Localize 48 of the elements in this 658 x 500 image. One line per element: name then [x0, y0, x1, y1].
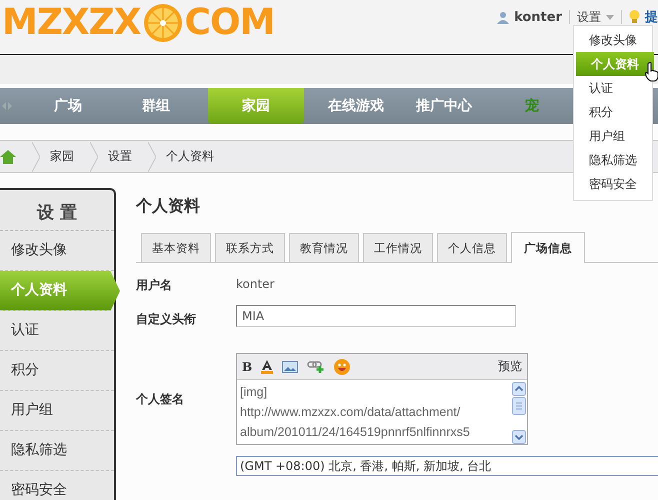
caret-icon[interactable]: [606, 14, 614, 20]
bold-button[interactable]: B: [242, 360, 252, 374]
sidebar-item[interactable]: 密码安全: [0, 471, 114, 500]
title-input-field[interactable]: MIA: [236, 305, 516, 327]
sidebar-title: 设 置: [0, 190, 114, 231]
username-value: konter: [236, 277, 274, 293]
menu-item[interactable]: 用户组: [574, 124, 652, 148]
field-label: 用户名: [136, 277, 173, 294]
breadcrumb-link[interactable]: 家园: [50, 148, 74, 165]
page-title: 个人资料: [136, 196, 201, 217]
menu-item[interactable]: 积分: [574, 100, 652, 124]
citrus-slice-icon: [142, 3, 183, 43]
settings-link[interactable]: 设置: [577, 8, 601, 26]
menu-item[interactable]: 认证: [574, 76, 652, 100]
logo-text: COM: [184, 1, 274, 45]
tab[interactable]: 联系方式: [215, 233, 285, 262]
breadcrumb-link[interactable]: 设置: [108, 148, 132, 165]
sidebar-item[interactable]: 用户组: [0, 391, 114, 431]
user-icon: [497, 10, 510, 24]
tab[interactable]: 教育情况: [289, 233, 359, 262]
tab[interactable]: 基本资料: [141, 233, 211, 262]
reminder-link[interactable]: 提: [645, 8, 658, 26]
preview-button[interactable]: 预览: [498, 358, 522, 375]
image-icon[interactable]: [282, 360, 298, 372]
timezone-select[interactable]: (GMT +08:00) 北京, 香港, 帕斯, 新加坡, 台北: [236, 456, 658, 476]
tab[interactable]: 个人信息: [437, 233, 507, 262]
field-label: 自定义头衔: [136, 311, 197, 328]
scroll-down-button[interactable]: [512, 430, 526, 444]
signature-text[interactable]: [img] http://www.mzxzx.com/data/attachment/ album/201011/24/164519pnnrf5nlfinnrxs5: [237, 380, 511, 444]
sidebar-item[interactable]: 隐私筛选: [0, 431, 114, 471]
lightbulb-icon: [629, 10, 640, 24]
home-icon[interactable]: [0, 150, 16, 164]
breadcrumb-link[interactable]: 个人资料: [166, 148, 214, 165]
menu-item[interactable]: 隐私筛选: [574, 148, 652, 172]
username-link[interactable]: konter: [514, 10, 562, 24]
tab[interactable]: 工作情况: [363, 233, 433, 262]
field-label: 个人签名: [136, 391, 185, 408]
text-color-icon[interactable]: [261, 360, 274, 374]
smiley-icon[interactable]: [334, 358, 350, 374]
logo-text: MZXZX: [2, 1, 141, 45]
tab[interactable]: 广场信息: [511, 232, 585, 263]
sidebar-item[interactable]: 认证: [0, 311, 114, 351]
menu-item[interactable]: 密码安全: [574, 172, 652, 196]
sidebar-item[interactable]: 积分: [0, 351, 114, 391]
scroll-up-button[interactable]: [512, 382, 526, 396]
scrollbar-thumb[interactable]: [512, 397, 526, 415]
link-icon[interactable]: [307, 360, 326, 373]
menu-item[interactable]: 修改头像: [574, 28, 652, 52]
